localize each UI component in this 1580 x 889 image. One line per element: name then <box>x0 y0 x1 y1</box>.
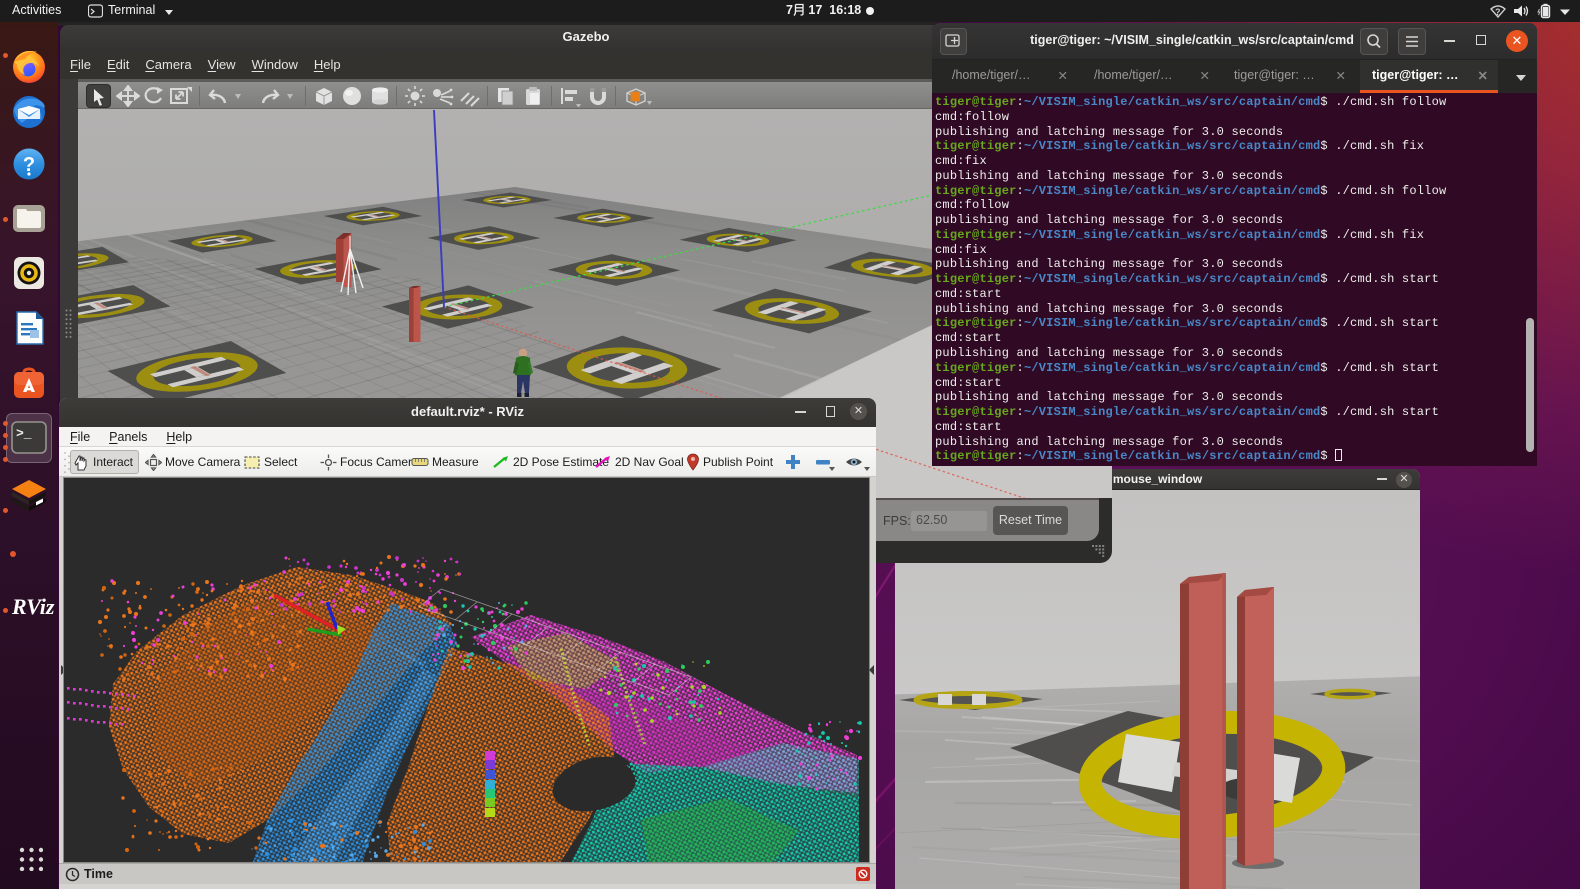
svg-text:>_: >_ <box>16 426 32 441</box>
svg-text:?: ? <box>1495 7 1501 17</box>
